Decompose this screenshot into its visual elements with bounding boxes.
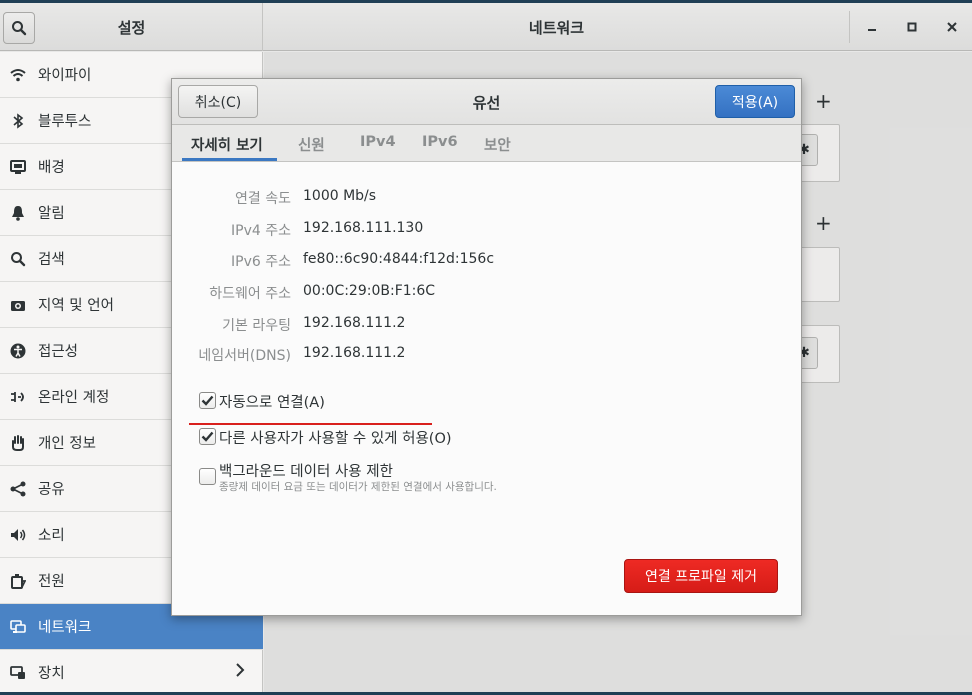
panel-title: 네트워크 <box>528 19 585 37</box>
default-route-value: 192.168.111.2 <box>303 315 406 331</box>
tab-ipv4[interactable]: IPv4 <box>360 134 396 150</box>
tab-identity[interactable]: 신원 <box>298 134 325 155</box>
sidebar-item-label: 장치 <box>38 666 65 682</box>
sidebar-item-label: 배경 <box>38 160 65 176</box>
minimize-icon <box>868 29 876 31</box>
settings-title: 설정 <box>117 19 146 37</box>
camera-icon <box>10 297 26 313</box>
tab-ipv6[interactable]: IPv6 <box>422 134 458 150</box>
maximize-icon <box>907 22 917 32</box>
sidebar-item-label: 전원 <box>38 574 65 590</box>
headerbar-separator <box>849 11 850 43</box>
sidebar-item-label: 블루투스 <box>38 114 92 130</box>
dns-value: 192.168.111.2 <box>303 345 406 361</box>
ipv4-address-label: IPv4 주소 <box>231 223 291 239</box>
background-icon <box>10 159 26 175</box>
ipv4-address-value: 192.168.111.130 <box>303 220 424 236</box>
dialog-header: 취소(C) 유선 적용(A) <box>172 79 801 125</box>
wired-settings-dialog: 취소(C) 유선 적용(A) 자세히 보기 신원 IPv4 IPv6 보안 연결… <box>171 78 802 616</box>
sidebar-item-label: 검색 <box>38 252 65 268</box>
hand-icon <box>10 434 26 451</box>
ipv6-address-label: IPv6 주소 <box>231 254 291 270</box>
allow-other-users-checkbox[interactable] <box>199 428 216 445</box>
bell-icon <box>10 205 26 221</box>
maximize-button[interactable] <box>900 15 924 39</box>
online-accounts-icon <box>10 389 26 405</box>
sidebar-item-devices[interactable]: 장치 <box>0 650 263 692</box>
restrict-background-data-label[interactable]: 백그라운드 데이터 사용 제한 <box>219 460 393 481</box>
restrict-background-data-checkbox[interactable] <box>199 468 216 485</box>
bluetooth-icon <box>10 112 26 129</box>
link-speed-label: 연결 속도 <box>235 191 291 207</box>
headerbar: 설정 네트워크 <box>0 3 972 51</box>
default-route-label: 기본 라우팅 <box>222 318 291 334</box>
sidebar-item-label: 알림 <box>38 206 65 222</box>
power-icon <box>10 573 26 589</box>
dialog-tabs: 자세히 보기 신원 IPv4 IPv6 보안 <box>172 125 801 162</box>
annotation-underline <box>189 423 432 425</box>
sidebar-item-label: 공유 <box>38 482 65 498</box>
dns-label: 네임서버(DNS) <box>198 348 291 364</box>
devices-icon <box>10 665 26 681</box>
sidebar-item-label: 네트워크 <box>38 620 92 636</box>
sidebar-item-label: 소리 <box>38 528 65 544</box>
sidebar-item-label: 개인 정보 <box>38 436 96 452</box>
apply-button[interactable]: 적용(A) <box>715 85 795 118</box>
checkmark-icon <box>201 431 214 442</box>
speaker-icon <box>10 527 26 543</box>
tab-details[interactable]: 자세히 보기 <box>191 134 263 155</box>
auto-connect-label[interactable]: 자동으로 연결(A) <box>219 391 325 412</box>
checkmark-icon <box>201 395 214 406</box>
restrict-background-data-description: 종량제 데이터 요금 또는 데이터가 제한된 연결에서 사용합니다. <box>219 481 497 493</box>
tab-security[interactable]: 보안 <box>484 134 511 155</box>
sidebar-item-label: 접근성 <box>38 344 79 360</box>
dialog-title: 유선 <box>472 94 501 112</box>
close-icon <box>947 22 957 32</box>
share-icon <box>10 481 26 497</box>
search-icon <box>10 251 26 267</box>
ipv6-address-value: fe80::6c90:4844:f12d:156c <box>303 251 495 267</box>
hardware-address-value: 00:0C:29:0B:F1:6C <box>303 283 436 299</box>
sidebar-item-label: 온라인 계정 <box>38 390 110 406</box>
sidebar-item-label: 지역 및 언어 <box>38 298 114 314</box>
headerbar-left: 설정 <box>0 3 263 51</box>
chevron-right-icon <box>235 662 245 682</box>
remove-connection-profile-button[interactable]: 연결 프로파일 제거 <box>624 559 778 593</box>
minimize-button[interactable] <box>860 15 884 39</box>
hardware-address-label: 하드웨어 주소 <box>209 286 291 302</box>
link-speed-value: 1000 Mb/s <box>303 188 377 204</box>
sidebar-item-label: 와이파이 <box>38 68 92 84</box>
active-tab-indicator <box>182 158 277 161</box>
wifi-icon <box>10 67 26 83</box>
auto-connect-checkbox[interactable] <box>199 392 216 409</box>
close-button[interactable] <box>940 15 964 39</box>
allow-other-users-label[interactable]: 다른 사용자가 사용할 수 있게 허용(O) <box>219 427 452 448</box>
network-icon <box>10 619 26 635</box>
accessibility-icon <box>10 343 26 359</box>
